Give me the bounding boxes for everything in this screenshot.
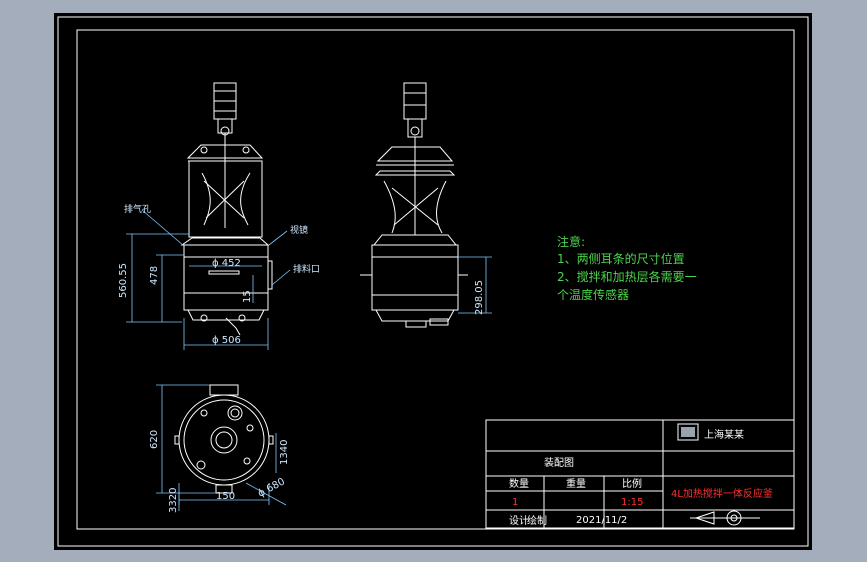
notes-line-3: 个温度传感器	[557, 287, 629, 302]
dim-height-3320: 3320	[168, 488, 179, 513]
label-outlet: 排料口	[293, 263, 320, 275]
label-vent: 排气孔	[124, 203, 151, 215]
col-scale: 比例	[622, 477, 642, 490]
drawn-label: 绘制	[527, 514, 547, 527]
heating-jacket	[183, 244, 269, 311]
sight-glass	[267, 260, 273, 290]
dim-width-150: 150	[216, 491, 235, 502]
notes-title: 注意:	[557, 234, 585, 249]
drawing-date: 2021/11/2	[576, 515, 627, 526]
dim-height-1340: 1340	[279, 440, 290, 465]
motor-body-side	[403, 82, 427, 120]
dim-diameter-506: ϕ 506	[212, 335, 241, 346]
side-view	[360, 82, 492, 328]
dim-height-620: 620	[149, 430, 160, 449]
front-view	[126, 82, 291, 350]
design-label: 设计	[509, 514, 529, 527]
product-name: 4L加热搅拌一体反应釜	[671, 487, 773, 500]
cad-drawing: 注意: 1、两侧耳条的尺寸位置 2、搅拌和加热层各需要一 个温度传感器 ϕ 45…	[57, 16, 809, 547]
drawing-type: 装配图	[544, 456, 574, 469]
notes-line-1: 1、两侧耳条的尺寸位置	[557, 251, 685, 266]
dim-height-560: 560.55	[118, 263, 129, 298]
col-qty: 数量	[509, 477, 529, 490]
gearbox	[217, 118, 233, 134]
dim-height-298: 298.05	[474, 280, 485, 315]
dim-height-15: 15	[242, 290, 253, 303]
company-name: 上海某某	[704, 428, 744, 441]
dim-height-478: 478	[149, 266, 160, 285]
notes-line-2: 2、搅拌和加热层各需要一	[557, 269, 697, 284]
dim-diameter-680: ϕ 680	[256, 476, 287, 499]
scale-value: 1:15	[621, 497, 643, 508]
label-sight: 视镜	[290, 224, 308, 236]
top-outer-circle	[178, 394, 270, 486]
flange	[180, 237, 270, 246]
heating-jacket-side	[371, 244, 459, 311]
title-block	[485, 419, 795, 529]
outlet-valve	[225, 317, 241, 336]
col-weight: 重量	[566, 477, 586, 490]
qty-value: 1	[512, 497, 518, 508]
top-center-port	[210, 426, 238, 454]
dim-diameter-452: ϕ 452	[212, 258, 241, 269]
drawing-canvas: 注意: 1、两侧耳条的尺寸位置 2、搅拌和加热层各需要一 个温度传感器 ϕ 45…	[54, 13, 812, 550]
